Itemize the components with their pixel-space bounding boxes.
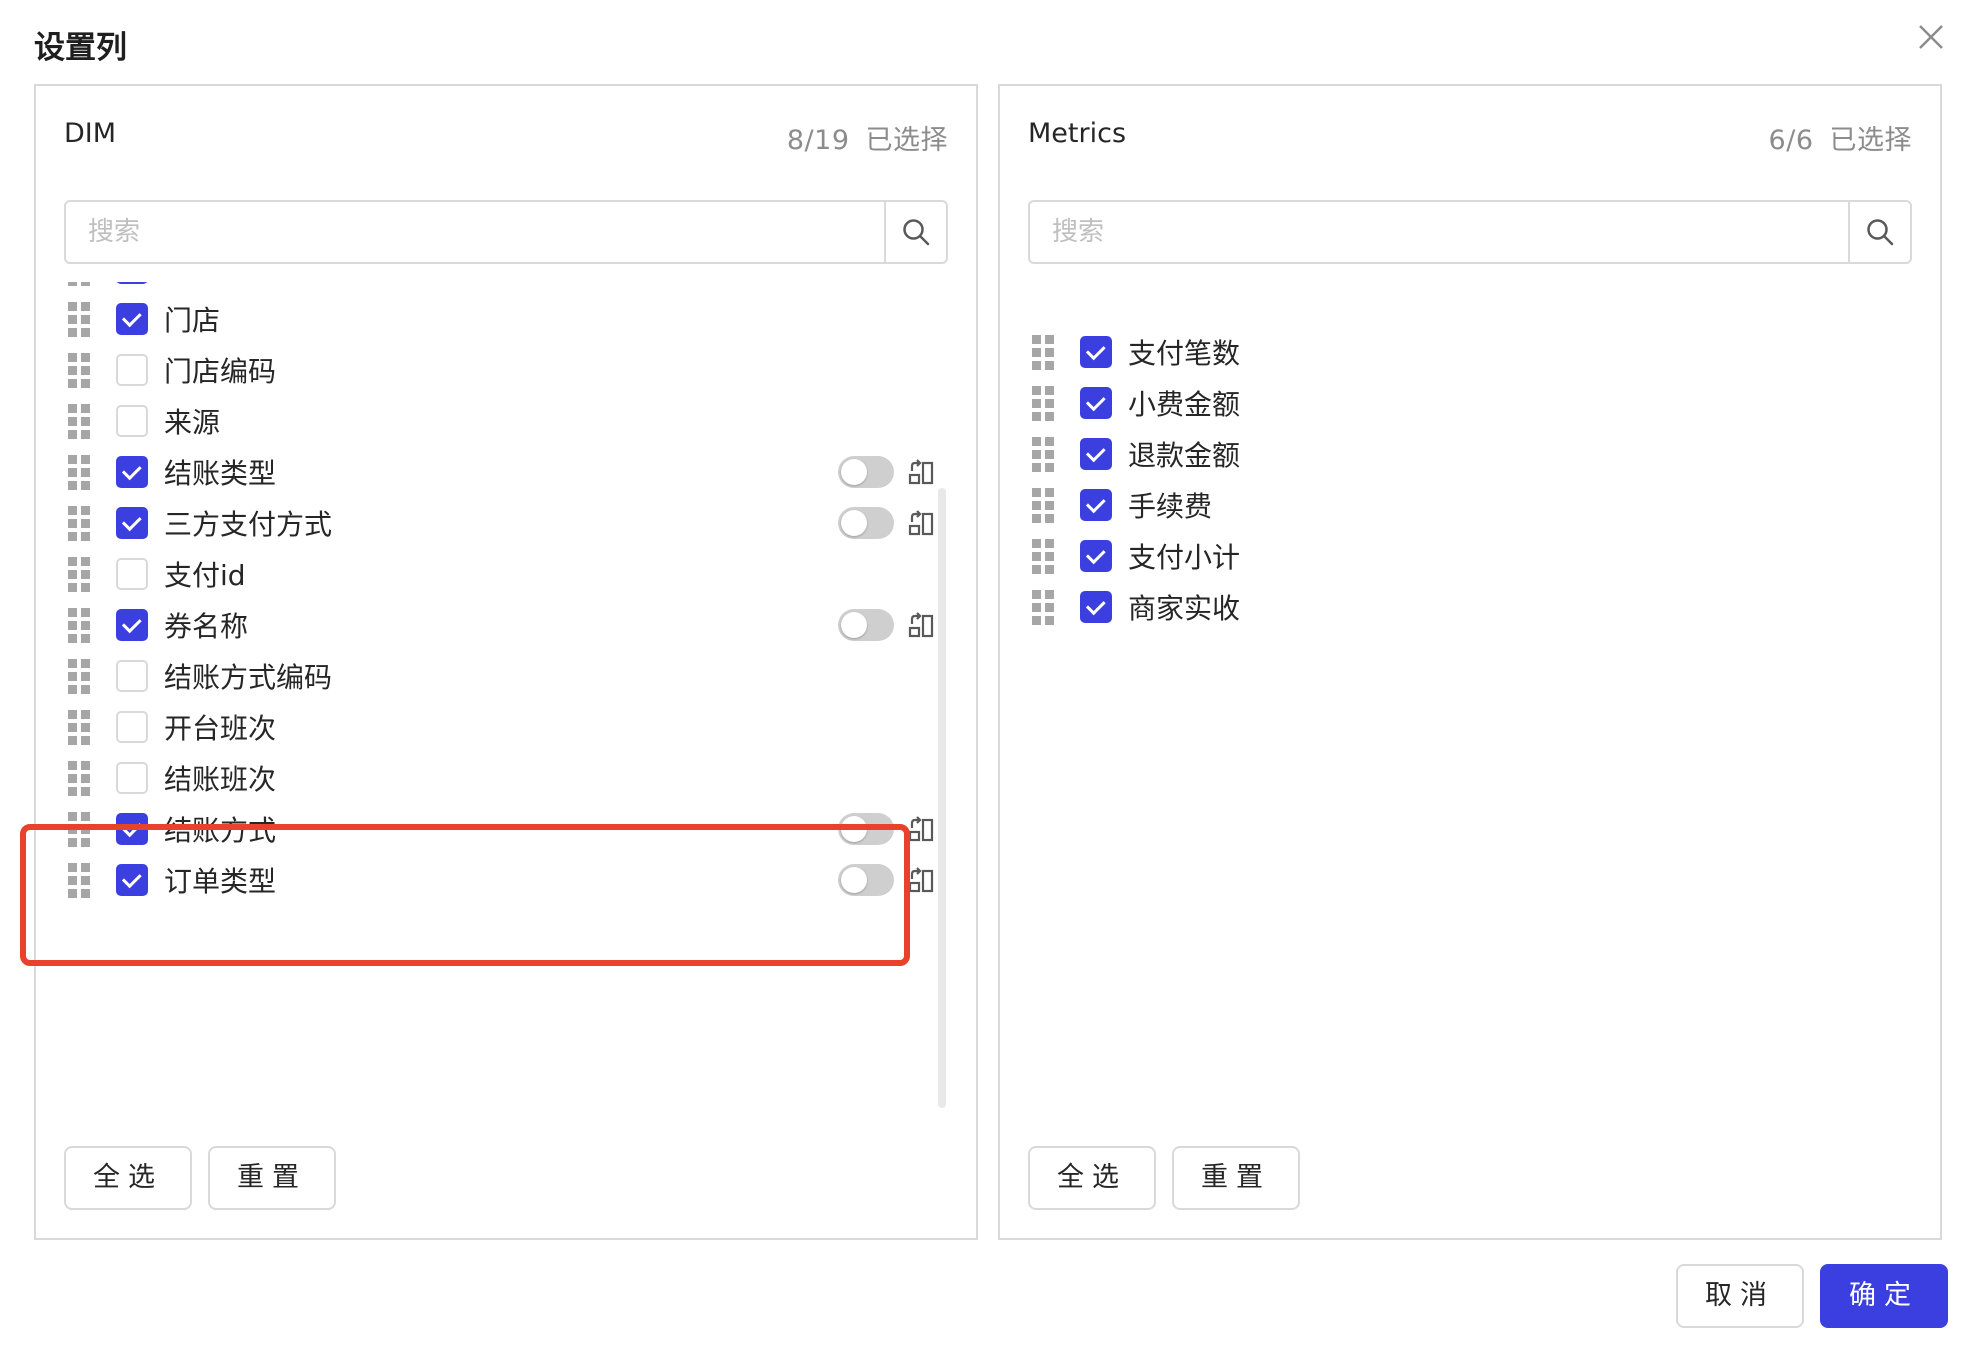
metrics-search-button[interactable]: [1848, 202, 1910, 262]
dim-count-value: 8/19: [786, 125, 850, 156]
dim-item-toggle[interactable]: [838, 609, 894, 641]
search-icon: [1867, 219, 1894, 246]
metrics-item-checkbox[interactable]: [1080, 438, 1112, 470]
dim-list[interactable]: 门店门店编码来源结账类型三方支付方式 支付id 券名称结账方式编码 开台班次结账班次结…: [64, 282, 948, 1132]
dim-item-checkbox[interactable]: [116, 864, 148, 896]
dim-list-item[interactable]: 订单类型: [64, 848, 948, 912]
metrics-item-checkbox[interactable]: [1080, 540, 1112, 572]
drag-handle-icon[interactable]: [68, 282, 90, 286]
metrics-item-label: 支付笔数: [1128, 337, 1241, 370]
metrics-item-label: 手续费: [1128, 490, 1213, 523]
metrics-panel-title: Metrics: [1028, 118, 1127, 149]
dim-select-all-button[interactable]: 全选: [64, 1146, 192, 1210]
drag-handle-icon[interactable]: [68, 608, 90, 643]
cancel-button[interactable]: 取消: [1676, 1264, 1804, 1328]
dim-item-toggle[interactable]: [838, 456, 894, 488]
metrics-list[interactable]: 支付笔数小费金额退款金额手续费支付小计商家实收: [1028, 282, 1912, 1132]
metrics-item-checkbox[interactable]: [1080, 336, 1112, 368]
drag-handle-icon[interactable]: [1032, 437, 1054, 472]
dim-search-input[interactable]: [66, 202, 884, 262]
metrics-selected-label: 已选择: [1829, 125, 1912, 156]
dim-search-box: [64, 200, 948, 264]
metrics-item-label: 小费金额: [1128, 388, 1241, 421]
dim-item-checkbox[interactable]: [116, 507, 148, 539]
drag-handle-icon[interactable]: [68, 761, 90, 796]
metrics-reset-button[interactable]: 重置: [1172, 1146, 1300, 1210]
dim-item-toggle[interactable]: [838, 507, 894, 539]
dim-item-label: 订单类型: [164, 865, 277, 898]
drag-handle-icon[interactable]: [68, 659, 90, 694]
metrics-item-checkbox[interactable]: [1080, 591, 1112, 623]
dim-item-toggle[interactable]: [838, 813, 894, 845]
metrics-selected-count: 6/6 已选择: [1769, 118, 1912, 157]
drag-handle-icon[interactable]: [68, 302, 90, 337]
metrics-count-value: 6/6: [1768, 125, 1814, 156]
pin-column-icon[interactable]: [906, 508, 936, 538]
drag-handle-icon[interactable]: [68, 506, 90, 541]
metrics-item-checkbox[interactable]: [1080, 387, 1112, 419]
search-icon: [903, 219, 930, 246]
dim-item-label: 结账方式: [164, 814, 277, 847]
dim-item-checkbox[interactable]: [116, 660, 148, 692]
dim-item-checkbox[interactable]: [116, 762, 148, 794]
metrics-item-checkbox[interactable]: [1080, 489, 1112, 521]
pin-column-icon[interactable]: [906, 865, 936, 895]
drag-handle-icon[interactable]: [68, 404, 90, 439]
drag-handle-icon[interactable]: [68, 557, 90, 592]
dim-item-label: 三方支付方式: [164, 508, 333, 541]
metrics-search-input[interactable]: [1030, 202, 1848, 262]
dim-item-label: 开台班次: [164, 712, 277, 745]
metrics-list-item[interactable]: 商家实收: [1028, 575, 1912, 639]
dim-item-checkbox[interactable]: [116, 558, 148, 590]
dim-item-label: 结账班次: [164, 763, 277, 796]
close-icon[interactable]: [1912, 18, 1950, 56]
dim-reset-button[interactable]: 重置: [208, 1146, 336, 1210]
dim-item-checkbox[interactable]: [116, 282, 148, 284]
dim-item-checkbox[interactable]: [116, 354, 148, 386]
drag-handle-icon[interactable]: [1032, 335, 1054, 370]
dim-item-label: 结账类型: [164, 457, 277, 490]
dim-item-label: 支付id: [164, 559, 246, 592]
dim-selected-label: 已选择: [865, 125, 948, 156]
drag-handle-icon[interactable]: [68, 710, 90, 745]
metrics-panel: Metrics 6/6 已选择 支付笔数小费金额退款金额手续费支付小计商家实收 全…: [998, 84, 1942, 1240]
dim-search-button[interactable]: [884, 202, 946, 262]
drag-handle-icon[interactable]: [68, 812, 90, 847]
dim-item-checkbox[interactable]: [116, 609, 148, 641]
drag-handle-icon[interactable]: [68, 455, 90, 490]
pin-column-icon[interactable]: [906, 814, 936, 844]
drag-handle-icon[interactable]: [1032, 488, 1054, 523]
dim-item-label: 门店编码: [164, 355, 277, 388]
dim-panel: DIM 8/19 已选择 门店门店编码来源结账类型三方支付方式支付id 券名称结账方…: [34, 84, 978, 1240]
dim-item-checkbox[interactable]: [116, 405, 148, 437]
metrics-search-box: [1028, 200, 1912, 264]
drag-handle-icon[interactable]: [68, 353, 90, 388]
metrics-item-label: 支付小计: [1128, 541, 1241, 574]
drag-handle-icon[interactable]: [68, 863, 90, 898]
confirm-button[interactable]: 确定: [1820, 1264, 1948, 1328]
dim-panel-title: DIM: [64, 118, 117, 149]
dim-item-label: 门店: [164, 304, 221, 337]
drag-handle-icon[interactable]: [1032, 590, 1054, 625]
dim-item-checkbox[interactable]: [116, 711, 148, 743]
metrics-item-label: 退款金额: [1128, 439, 1241, 472]
dim-selected-count: 8/19 已选择: [787, 118, 948, 157]
dim-item-checkbox[interactable]: [116, 813, 148, 845]
metrics-item-label: 商家实收: [1128, 592, 1241, 625]
metrics-select-all-button[interactable]: 全选: [1028, 1146, 1156, 1210]
dim-item-toggle[interactable]: [838, 864, 894, 896]
pin-column-icon[interactable]: [906, 457, 936, 487]
drag-handle-icon[interactable]: [1032, 539, 1054, 574]
dim-item-checkbox[interactable]: [116, 456, 148, 488]
dim-panel-header: DIM 8/19 已选择: [64, 118, 948, 158]
dim-item-label: 券名称: [164, 610, 249, 643]
dim-item-label: 来源: [164, 406, 221, 439]
dim-scrollbar[interactable]: [938, 488, 946, 1108]
dim-item-checkbox[interactable]: [116, 303, 148, 335]
metrics-panel-header: Metrics 6/6 已选择: [1028, 118, 1912, 158]
dialog-title: 设置列: [34, 30, 127, 66]
drag-handle-icon[interactable]: [1032, 386, 1054, 421]
dim-item-label: 结账方式编码: [164, 661, 333, 694]
pin-column-icon[interactable]: [906, 610, 936, 640]
